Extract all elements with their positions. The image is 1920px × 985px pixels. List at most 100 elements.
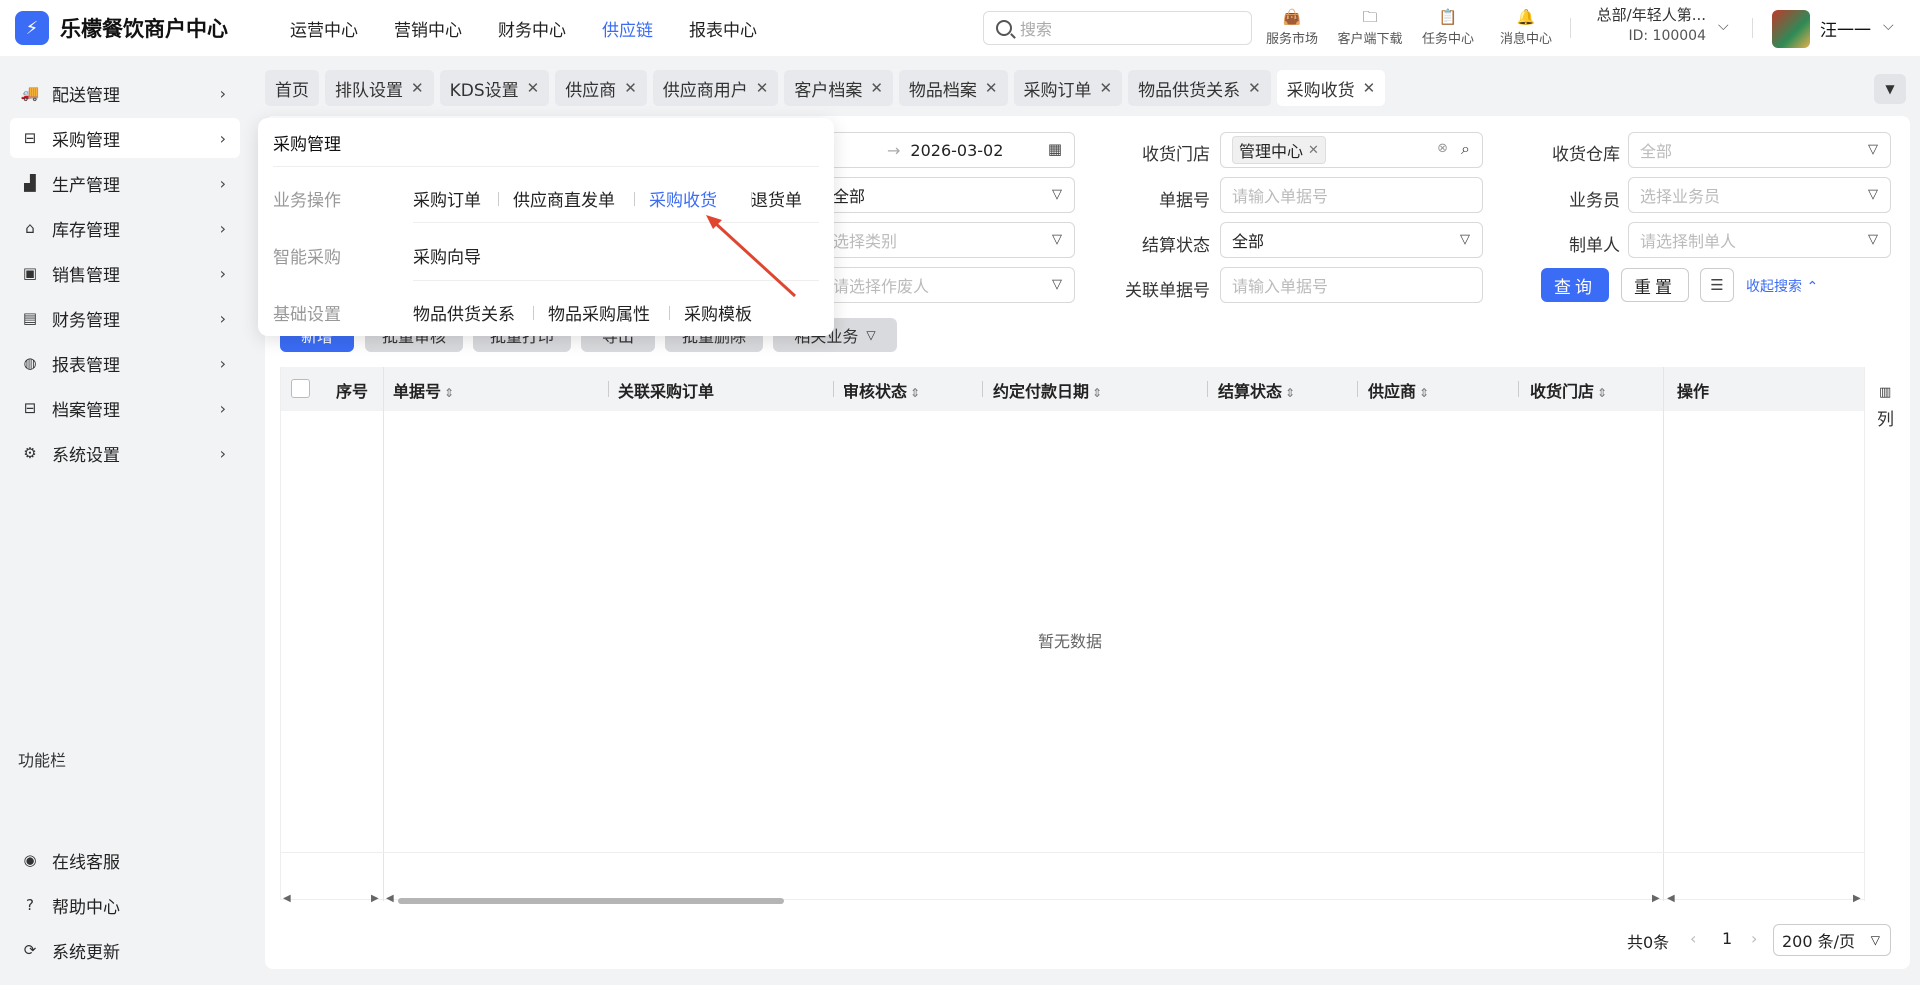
reset-button[interactable]: 重置 xyxy=(1621,268,1689,302)
void-person-select[interactable]: 请选择作废人 ▽ xyxy=(800,267,1075,303)
sidebar-item-support[interactable]: ◉ 在线客服 xyxy=(10,840,240,880)
col-supplier[interactable]: 供应商 ⇕ xyxy=(1368,378,1429,402)
topnav-supply-chain[interactable]: 供应链 xyxy=(602,16,653,41)
prev-page-icon[interactable]: ‹ xyxy=(1690,929,1696,948)
menu-item-return[interactable]: 退货单 xyxy=(751,186,802,211)
column-settings-button[interactable]: ▥ 列 xyxy=(1864,367,1904,901)
message-center-button[interactable]: 🔔 消息中心 xyxy=(1487,6,1565,47)
close-icon[interactable]: ✕ xyxy=(624,79,637,97)
doc-no-input[interactable]: 请输入单据号 xyxy=(1220,177,1483,213)
page-size-select[interactable]: 200 条/页 ▽ xyxy=(1773,924,1891,956)
rel-doc-input[interactable]: 请输入单据号 xyxy=(1220,267,1483,303)
clerk-select[interactable]: 选择业务员 ▽ xyxy=(1628,177,1891,213)
tab-purchase-order[interactable]: 采购订单 ✕ xyxy=(1013,70,1123,106)
close-icon[interactable]: ✕ xyxy=(527,79,540,97)
settle-select[interactable]: 全部 ▽ xyxy=(1220,222,1483,258)
date-range-field[interactable]: → 2026-03-02 ▦ xyxy=(800,132,1075,168)
tab-supplier-users[interactable]: 供应商用户 ✕ xyxy=(652,70,779,106)
tab-purchase-receipt[interactable]: 采购收货 ✕ xyxy=(1276,70,1386,106)
scroll-left-icon[interactable]: ◀ xyxy=(283,893,291,904)
topnav-marketing[interactable]: 营销中心 xyxy=(394,16,462,41)
client-download-button[interactable]: 🗀 客户端下载 xyxy=(1331,6,1409,47)
purchase-menu-popup: 采购管理 业务操作 采购订单 供应商直发单 采购收货 退货单 智能采购 采购向导… xyxy=(258,118,834,336)
service-market-button[interactable]: 👜 服务市场 xyxy=(1253,6,1331,47)
tab-home[interactable]: 首页 xyxy=(265,70,319,106)
col-settle-status[interactable]: 结算状态 ⇕ xyxy=(1218,378,1295,402)
chevron-down-icon: ▽ xyxy=(1460,232,1470,247)
sidebar-item-archives[interactable]: ⊟ 档案管理 › xyxy=(10,388,240,428)
settle-value: 全部 xyxy=(1232,232,1265,251)
sidebar-item-reports[interactable]: ◍ 报表管理 › xyxy=(10,343,240,383)
tab-item-supply[interactable]: 物品供货关系 ✕ xyxy=(1128,70,1271,106)
close-icon[interactable]: ✕ xyxy=(1100,79,1113,97)
topnav-finance[interactable]: 财务中心 xyxy=(498,16,566,41)
logo[interactable]: ⚡ 乐檬餐饮商户中心 xyxy=(15,11,255,45)
close-icon[interactable]: ✕ xyxy=(756,79,769,97)
select-all-checkbox[interactable] xyxy=(291,379,310,398)
tabs-menu-button[interactable]: ▼ xyxy=(1874,74,1906,104)
close-icon[interactable]: ✕ xyxy=(870,79,883,97)
avatar[interactable] xyxy=(1772,10,1810,48)
warehouse-select[interactable]: 全部 ▽ xyxy=(1628,132,1891,168)
filter-settings-icon[interactable]: ☰ xyxy=(1700,268,1734,302)
close-icon[interactable]: ✕ xyxy=(985,79,998,97)
sidebar-item-delivery[interactable]: 🚚 配送管理 › xyxy=(10,73,240,113)
menu-item-purchase-attr[interactable]: 物品采购属性 xyxy=(548,300,650,325)
sidebar-item-purchase[interactable]: ⊟ 采购管理 › xyxy=(10,118,240,158)
chevron-right-icon: › xyxy=(219,263,226,283)
row2-select[interactable]: 全部 ▽ xyxy=(800,177,1075,213)
next-page-icon[interactable]: › xyxy=(1751,929,1757,948)
scroll-right-icon[interactable]: ▶ xyxy=(371,893,379,904)
col-doc-no[interactable]: 单据号 ⇕ xyxy=(393,378,454,402)
menu-item-item-supply[interactable]: 物品供货关系 xyxy=(413,300,515,325)
store-select[interactable]: 管理中心 ✕ ⊗ ⌕ xyxy=(1220,132,1483,168)
sidebar-item-settings[interactable]: ⚙ 系统设置 › xyxy=(10,433,240,473)
close-icon[interactable]: ✕ xyxy=(411,79,424,97)
task-center-button[interactable]: 📋 任务中心 xyxy=(1409,6,1487,47)
collapse-search-link[interactable]: 收起搜索 ⌃ xyxy=(1746,276,1818,296)
sidebar-item-inventory[interactable]: ⌂ 库存管理 › xyxy=(10,208,240,248)
tab-customer-archive[interactable]: 客户档案 ✕ xyxy=(784,70,893,106)
tab-kds-settings[interactable]: KDS设置 ✕ xyxy=(439,70,550,106)
group-label: 业务操作 xyxy=(273,191,341,211)
horizontal-scrollbar[interactable] xyxy=(398,898,784,904)
search-icon[interactable]: ⌕ xyxy=(1461,139,1470,159)
scroll-left-icon[interactable]: ◀ xyxy=(1667,893,1675,904)
topnav-operations[interactable]: 运营中心 xyxy=(290,16,358,41)
sidebar-item-production[interactable]: ▟ 生产管理 › xyxy=(10,163,240,203)
close-icon[interactable]: ✕ xyxy=(1248,79,1261,97)
sidebar-item-update[interactable]: ⟳ 系统更新 xyxy=(10,930,240,970)
tab-label: 供应商用户 xyxy=(662,80,748,101)
menu-item-purchase-receipt[interactable]: 采购收货 xyxy=(649,186,717,211)
tab-item-archive[interactable]: 物品档案 ✕ xyxy=(898,70,1008,106)
page-number[interactable]: 1 xyxy=(1722,929,1732,948)
menu-item-purchase-order[interactable]: 采购订单 xyxy=(413,186,481,211)
clear-icon[interactable]: ⊗ xyxy=(1437,141,1448,156)
horizontal-scroll-area xyxy=(280,852,1865,898)
sidebar-item-help[interactable]: ? 帮助中心 xyxy=(10,885,240,925)
col-audit-status[interactable]: 审核状态 ⇕ xyxy=(843,378,920,402)
maker-select[interactable]: 请选择制单人 ▽ xyxy=(1628,222,1891,258)
menu-item-purchase-template[interactable]: 采购模板 xyxy=(684,300,752,325)
menu-item-purchase-wizard[interactable]: 采购向导 xyxy=(413,243,481,268)
query-button[interactable]: 查询 xyxy=(1541,268,1609,302)
tab-queue-settings[interactable]: 排队设置 ✕ xyxy=(325,70,434,106)
col-pay-date[interactable]: 约定付款日期 ⇕ xyxy=(993,378,1102,402)
category-select[interactable]: 选择类别 ▽ xyxy=(800,222,1075,258)
search-input[interactable]: 搜索 xyxy=(983,11,1252,45)
menu-item-direct-supply[interactable]: 供应商直发单 xyxy=(513,186,615,211)
close-icon[interactable]: ✕ xyxy=(1308,143,1319,158)
chevron-down-icon[interactable]: ⌵ xyxy=(1718,18,1729,34)
topnav-reports[interactable]: 报表中心 xyxy=(689,16,757,41)
scroll-right-icon[interactable]: ▶ xyxy=(1652,893,1660,904)
sidebar-item-sales[interactable]: ▣ 销售管理 › xyxy=(10,253,240,293)
col-store[interactable]: 收货门店 ⇕ xyxy=(1530,378,1607,402)
chevron-down-icon[interactable]: ⌵ xyxy=(1883,18,1894,34)
close-icon[interactable]: ✕ xyxy=(1363,79,1376,97)
scroll-right-icon[interactable]: ▶ xyxy=(1853,893,1861,904)
sidebar-item-finance[interactable]: ▤ 财务管理 › xyxy=(10,298,240,338)
org-switcher[interactable]: 总部/年轻人第... ID: 100004 xyxy=(1586,5,1706,47)
tab-supplier[interactable]: 供应商 ✕ xyxy=(555,70,647,106)
user-name[interactable]: 汪一一 xyxy=(1820,16,1871,41)
scroll-left-icon[interactable]: ◀ xyxy=(386,893,394,904)
